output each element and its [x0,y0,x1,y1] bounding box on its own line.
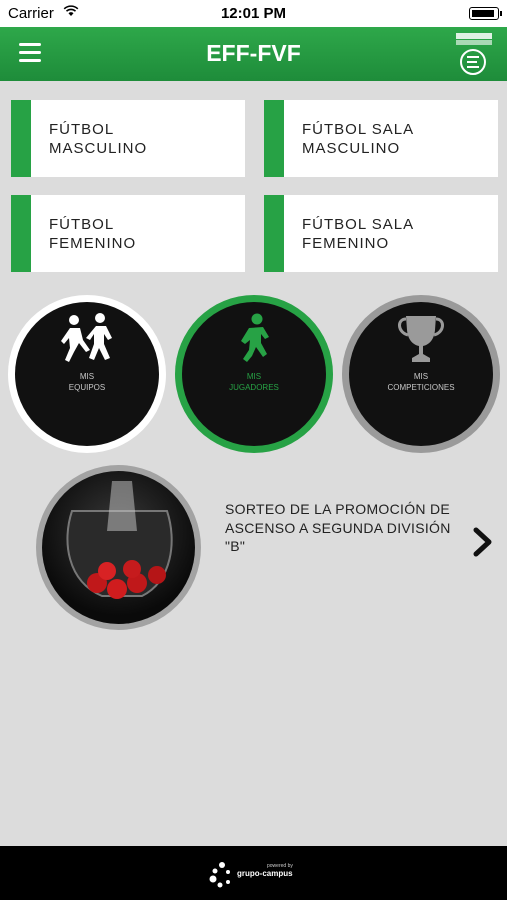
news-image[interactable] [36,465,201,630]
clock: 12:01 PM [220,5,287,22]
category-futbol-sala-femenino[interactable]: FÚTBOL SALA FEMENINO [264,195,498,272]
category-futbol-sala-masculino[interactable]: FÚTBOL SALA MASCULINO [264,100,498,177]
category-futbol-femenino[interactable]: FÚTBOL FEMENINO [11,195,245,272]
federation-logo-icon [453,31,495,77]
category-label: FÚTBOL SALA FEMENINO [302,216,415,252]
page-title: EFF-FVF [206,40,301,66]
shortcut-label: MIS JUGADORES [229,372,279,392]
shortcut-label: MIS COMPETICIONES [387,372,455,392]
category-label: FÚTBOL FEMENINO [49,216,137,252]
category-label: FÚTBOL MASCULINO [49,121,148,157]
nav-bar: EFF-FVF [0,27,507,81]
shortcut-label: MIS EQUIPOS [68,372,106,392]
news-title[interactable]: SORTEO DE LA PROMOCIÓN DE ASCENSO A SEGU… [225,500,465,556]
player-icon [219,310,289,368]
battery-icon [469,7,502,20]
players-running-icon [52,310,122,368]
brand-name: grupo-campus [237,869,293,878]
category-futbol-masculino[interactable]: FÚTBOL MASCULINO [11,100,245,177]
shortcut-mis-jugadores[interactable]: MIS JUGADORES [175,295,333,453]
shortcut-mis-equipos[interactable]: MIS EQUIPOS [8,295,166,453]
category-label: FÚTBOL SALA MASCULINO [302,121,415,157]
chevron-right-icon[interactable] [470,527,496,557]
shortcut-mis-competiciones[interactable]: MIS COMPETICIONES [342,295,500,453]
status-bar: Carrier 12:01 PM [0,0,507,27]
trophy-icon [386,310,456,368]
footer: powered by grupo-campus [0,846,507,900]
